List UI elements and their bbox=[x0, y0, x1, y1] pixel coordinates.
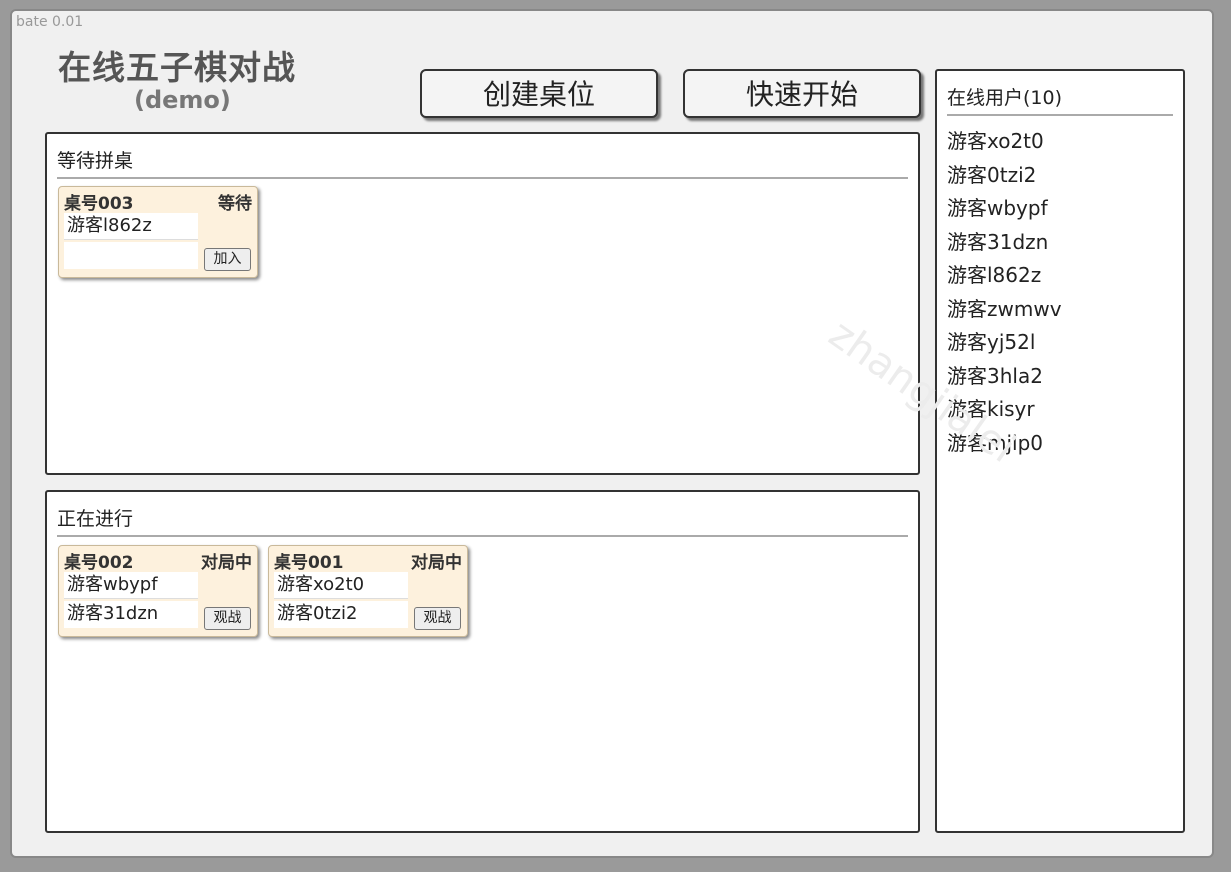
page-subtitle: (demo) bbox=[134, 86, 231, 114]
user-item: 游客31dzn bbox=[947, 229, 1049, 254]
user-item: 游客yj52l bbox=[947, 330, 1036, 354]
online-users-title: 在线用户(10) bbox=[947, 83, 1173, 116]
app-window: bate 0.01 在线五子棋对战 (demo) 创建桌位 快速开始 等待拼桌 … bbox=[10, 9, 1214, 858]
desk-player-2: 游客31dzn bbox=[64, 601, 198, 628]
user-item: 游客l862z bbox=[947, 263, 1042, 287]
desk-player-2: 游客0tzi2 bbox=[274, 601, 408, 628]
desk-player-1: 游客xo2t0 bbox=[274, 572, 408, 599]
desk-player-2 bbox=[64, 242, 198, 269]
version-label: bate 0.01 bbox=[16, 14, 84, 30]
user-item: 游客xo2t0 bbox=[947, 129, 1044, 153]
desk-number: 桌号002 bbox=[64, 553, 134, 573]
waiting-panel-title: 等待拼桌 bbox=[57, 146, 908, 179]
user-item: 游客kisyr bbox=[947, 397, 1035, 421]
desk-player-1: 游客l862z bbox=[64, 213, 198, 240]
watch-button[interactable]: 观战 bbox=[414, 607, 461, 630]
playing-panel-title: 正在进行 bbox=[57, 504, 908, 537]
desk-card-001: 桌号001 对局中 游客xo2t0 游客0tzi2 观战 bbox=[268, 545, 468, 637]
online-users-list: 游客xo2t0 游客0tzi2 游客wbypf 游客31dzn 游客l862z … bbox=[947, 125, 1062, 460]
waiting-panel: 等待拼桌 桌号003 等待 游客l862z 加入 bbox=[45, 132, 920, 475]
desk-card-002: 桌号002 对局中 游客wbypf 游客31dzn 观战 bbox=[58, 545, 258, 637]
user-item: 游客wbypf bbox=[947, 196, 1048, 220]
playing-panel: 正在进行 桌号002 对局中 游客wbypf 游客31dzn 观战 桌号001 … bbox=[45, 490, 920, 833]
desk-player-1: 游客wbypf bbox=[64, 572, 198, 599]
desk-number: 桌号001 bbox=[274, 553, 344, 573]
desk-card-003: 桌号003 等待 游客l862z 加入 bbox=[58, 186, 258, 278]
page-title: 在线五子棋对战 bbox=[58, 48, 296, 87]
desk-status: 等待 bbox=[218, 194, 252, 214]
desk-number: 桌号003 bbox=[64, 194, 134, 214]
user-item: 游客zwmwv bbox=[947, 296, 1062, 321]
user-item: 游客0tzi2 bbox=[947, 162, 1037, 187]
user-item: 游客mjlp0 bbox=[947, 430, 1044, 455]
create-desk-button[interactable]: 创建桌位 bbox=[420, 69, 658, 118]
desk-status: 对局中 bbox=[411, 553, 462, 573]
online-users-panel: 在线用户(10) 游客xo2t0 游客0tzi2 游客wbypf 游客31dzn… bbox=[935, 69, 1185, 833]
join-button[interactable]: 加入 bbox=[204, 248, 251, 271]
watch-button[interactable]: 观战 bbox=[204, 607, 251, 630]
quick-start-button[interactable]: 快速开始 bbox=[683, 69, 921, 118]
desk-status: 对局中 bbox=[201, 553, 252, 573]
user-item: 游客3hla2 bbox=[947, 363, 1043, 388]
